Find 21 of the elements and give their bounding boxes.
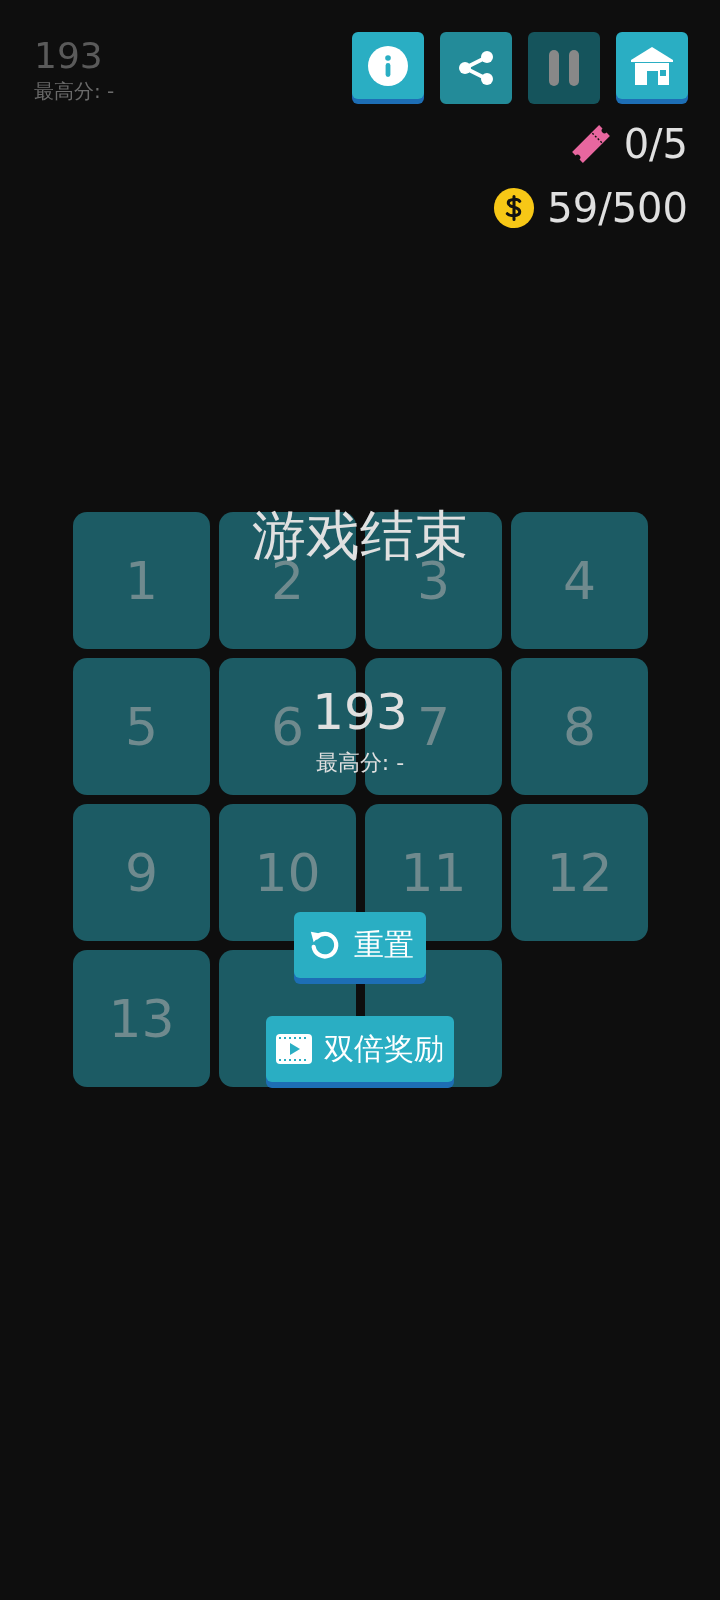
number-tile: 9 — [73, 804, 210, 941]
video-icon — [276, 1034, 312, 1064]
number-tile: 12 — [511, 804, 648, 941]
pause-button[interactable] — [528, 32, 600, 104]
number-tile: 1 — [73, 512, 210, 649]
share-icon — [456, 48, 496, 88]
number-tile: 5 — [73, 658, 210, 795]
score-text: 193 — [34, 34, 104, 78]
number-tile: 13 — [73, 950, 210, 1087]
coin-count: 59/500 — [547, 186, 688, 230]
coin-icon — [493, 187, 536, 229]
ticket-count: 0/5 — [623, 122, 688, 166]
info-icon — [368, 45, 408, 86]
pause-icon — [549, 50, 579, 86]
best-score-text: 最高分: - — [315, 749, 405, 777]
home-icon — [630, 45, 674, 86]
number-tile: 4 — [511, 512, 648, 649]
share-button[interactable] — [440, 32, 512, 104]
final-score: 193 — [312, 682, 408, 743]
number-tile: 8 — [511, 658, 648, 795]
best-score-text: 最高分: - — [34, 78, 115, 104]
